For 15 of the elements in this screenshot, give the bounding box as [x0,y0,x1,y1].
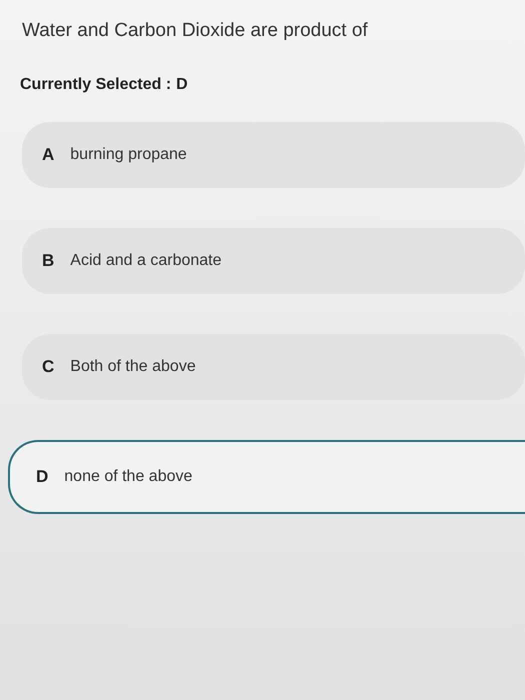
option-text: none of the above [64,468,192,486]
answer-option[interactable]: C Both of the above [22,334,525,400]
option-text: Acid and a carbonate [70,252,222,270]
current-selection-label: Currently Selected : [20,76,172,94]
answer-option[interactable]: B Acid and a carbonate [22,228,525,294]
answer-option[interactable]: A burning propane [22,122,525,188]
option-text: burning propane [70,146,187,164]
option-letter: D [36,467,48,487]
question-text: Water and Carbon Dioxide are product of [21,20,369,42]
option-text: Both of the above [70,358,196,376]
option-letter: C [42,357,54,377]
answer-option[interactable]: D none of the above [8,440,525,514]
option-letter: A [42,145,54,165]
option-letter: B [42,251,54,271]
current-selection-value: D [176,76,188,94]
